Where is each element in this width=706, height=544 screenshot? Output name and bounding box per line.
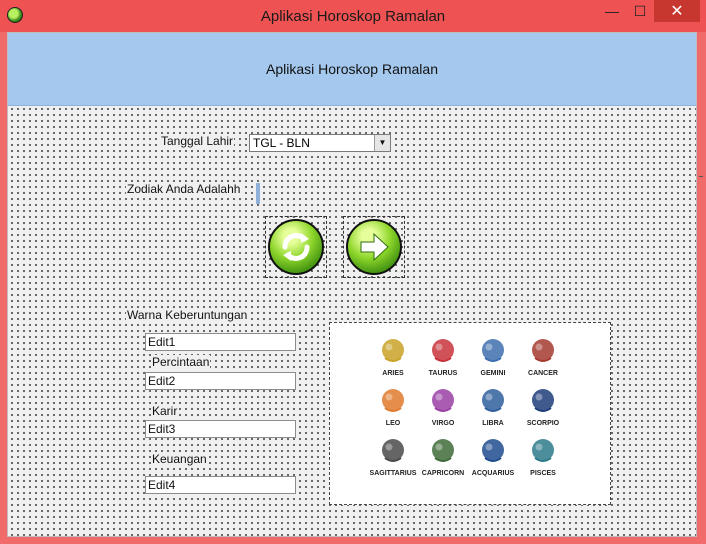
zodiak-label: Zodiak Anda Adalahh (126, 182, 242, 196)
zodiac-sign-capricorn: CAPRICORN (418, 433, 468, 477)
tanggal-lahir-select[interactable]: TGL - BLN ▼ (249, 134, 391, 152)
zodiac-sign-acquarius: ACQUARIUS (468, 433, 518, 477)
minimize-button[interactable]: — (598, 0, 626, 22)
tanggal-lahir-value: TGL - BLN (253, 136, 310, 150)
aries-icon (375, 333, 411, 369)
form-edge-marker (699, 176, 703, 177)
zodiac-label: ARIES (382, 370, 404, 377)
gemini-icon (475, 333, 511, 369)
zodiac-label: CAPRICORN (421, 470, 465, 477)
keuangan-label: Keuangan (151, 452, 208, 466)
zodiac-label: CANCER (528, 370, 558, 377)
header-title: Aplikasi Horoskop Ramalan (266, 61, 438, 77)
sagittarius-icon (375, 433, 411, 469)
leo-icon (375, 383, 411, 419)
zodiac-label: VIRGO (431, 420, 455, 427)
zodiac-label: SAGITTARIUS (369, 470, 417, 477)
refresh-button[interactable] (265, 216, 327, 278)
zodiac-sign-pisces: PISCES (518, 433, 568, 477)
warna-keberuntungan-label: Warna Keberuntungan (126, 308, 249, 322)
zodiac-label: TAURUS (428, 370, 458, 377)
virgo-icon (425, 383, 461, 419)
capricorn-icon (425, 433, 461, 469)
zodiac-sign-gemini: GEMINI (468, 333, 518, 377)
keuangan-field[interactable]: Edit4 (145, 476, 296, 494)
zodiac-sign-cancer: CANCER (518, 333, 568, 377)
zodiac-label: SCORPIO (526, 420, 560, 427)
zodiac-sign-scorpio: SCORPIO (518, 383, 568, 427)
zodiac-label: GEMINI (480, 370, 506, 377)
libra-icon (475, 383, 511, 419)
zodiac-label: LIBRA (482, 420, 504, 427)
karir-label: Karir (151, 404, 179, 418)
zodiac-sign-sagittarius: SAGITTARIUS (368, 433, 418, 477)
zodiac-sign-taurus: TAURUS (418, 333, 468, 377)
refresh-icon (268, 219, 324, 275)
cancer-icon (525, 333, 561, 369)
taurus-icon (425, 333, 461, 369)
zodiac-sign-leo: LEO (368, 383, 418, 427)
zodiac-sign-virgo: VIRGO (418, 383, 468, 427)
acquarius-icon (475, 433, 511, 469)
zodiak-result-label (256, 183, 260, 204)
chevron-down-icon[interactable]: ▼ (374, 135, 390, 151)
percintaan-label: Percintaan (151, 355, 211, 369)
percintaan-field[interactable]: Edit2 (145, 372, 296, 390)
scorpio-icon (525, 383, 561, 419)
header-panel: Aplikasi Horoskop Ramalan (8, 33, 696, 106)
next-button[interactable] (343, 216, 405, 278)
close-button[interactable]: ✕ (654, 0, 700, 22)
tanggal-lahir-label: Tanggal Lahir (160, 134, 235, 148)
title-bar: Aplikasi Horoskop Ramalan — ☐ ✕ (0, 0, 706, 32)
karir-field[interactable]: Edit3 (145, 420, 296, 438)
zodiac-label: ACQUARIUS (471, 470, 515, 477)
zodiac-sign-libra: LIBRA (468, 383, 518, 427)
warna-keberuntungan-field[interactable]: Edit1 (145, 333, 296, 351)
arrow-right-icon (346, 219, 402, 275)
form-client-area: Aplikasi Horoskop Ramalan Tanggal Lahir … (7, 32, 697, 537)
zodiac-image: ARIES TAURUS GEMINI CANCER LEO VIRGO LIBRA SCOR… (329, 322, 611, 505)
maximize-button[interactable]: ☐ (626, 0, 654, 22)
zodiac-grid: ARIES TAURUS GEMINI CANCER LEO VIRGO LIBRA SCOR… (368, 333, 568, 477)
zodiac-sign-aries: ARIES (368, 333, 418, 377)
zodiac-label: PISCES (530, 470, 556, 477)
zodiac-label: LEO (385, 420, 401, 427)
pisces-icon (525, 433, 561, 469)
